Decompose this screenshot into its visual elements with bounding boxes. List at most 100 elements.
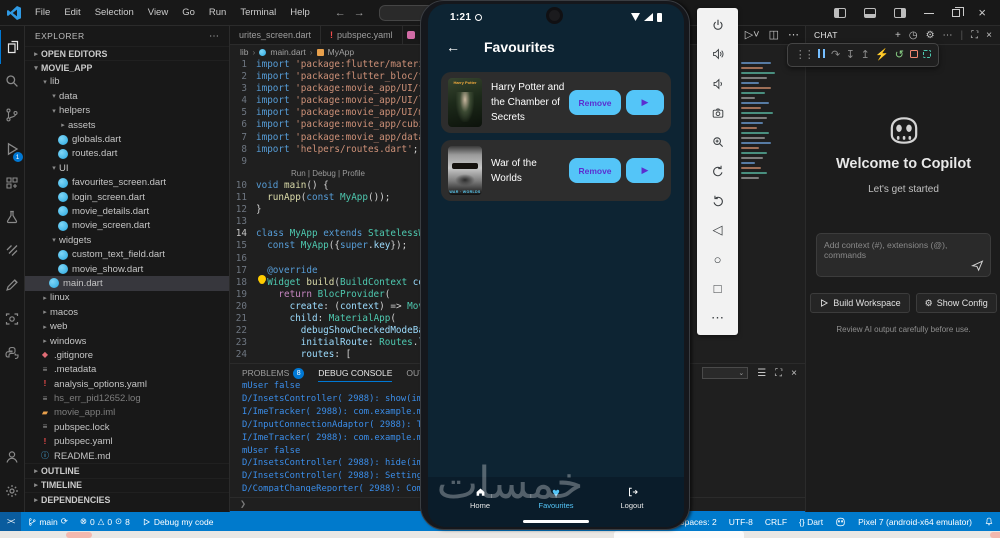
tree-item-web[interactable]: ▸ web (25, 319, 229, 333)
step-into-icon[interactable]: ↧ (846, 49, 855, 61)
play-button[interactable]: ▶ (626, 90, 664, 115)
menu-help[interactable]: Help (283, 7, 317, 18)
nav-item-home[interactable]: Home (450, 486, 510, 510)
emulator-power-icon[interactable] (709, 16, 727, 34)
tree-item-assets[interactable]: ▸ assets (25, 118, 229, 132)
tree-item-pubspec-yaml[interactable]: ! pubspec.yaml (25, 435, 229, 449)
maximize-panel-icon[interactable]: ⛶ (775, 368, 782, 379)
status-device[interactable]: Pixel 7 (android-x64 emulator) (852, 512, 978, 531)
send-icon[interactable] (971, 259, 984, 272)
toggle-secondary-sidebar-icon[interactable] (894, 8, 907, 18)
git-branch-item[interactable]: main ⟳ (21, 512, 74, 531)
notifications-bell-icon[interactable] (978, 512, 1000, 531)
tree-item-pubspec-lock[interactable]: ≡ pubspec.lock (25, 420, 229, 434)
activity-search-icon[interactable] (0, 64, 25, 98)
menu-selection[interactable]: Selection (88, 7, 141, 18)
activity-python-icon[interactable] (0, 336, 25, 370)
breadcrumb-myapp[interactable]: MyApp (328, 47, 354, 57)
tree-item-macos[interactable]: ▸ macos (25, 305, 229, 319)
tree-item-data[interactable]: ▾ data (25, 89, 229, 103)
debug-task-item[interactable]: Debug my code (136, 512, 220, 531)
remove-button[interactable]: Remove (569, 158, 621, 183)
activity-source-control-icon[interactable] (0, 98, 25, 132)
tree-item-hs-err-pid12652-log[interactable]: ≡ hs_err_pid12652.log (25, 391, 229, 405)
emulator-zoom-in-icon[interactable] (709, 133, 727, 151)
tree-section-open-editors[interactable]: ▸ OPEN EDITORS (25, 46, 229, 60)
menu-go[interactable]: Go (175, 7, 202, 18)
activity-run-debug-icon[interactable]: 1 (0, 132, 25, 166)
show-config-button[interactable]: ⚙ Show Config (915, 293, 997, 313)
toggle-panel-icon[interactable] (864, 8, 877, 18)
detach-icon[interactable] (923, 49, 932, 61)
tree-item-helpers[interactable]: ▾ helpers (25, 104, 229, 118)
nav-item-logout[interactable]: Logout (602, 486, 662, 510)
tree-item--gitignore[interactable]: ◆ .gitignore (25, 348, 229, 362)
stop-icon[interactable] (909, 49, 918, 61)
emulator-more-icon[interactable]: ⋯ (709, 309, 727, 327)
back-arrow-icon[interactable]: ← (446, 39, 460, 55)
activity-screen-capture-icon[interactable] (0, 302, 25, 336)
nav-back-arrow[interactable]: ← (331, 7, 350, 19)
hot-reload-icon[interactable]: ⚡ (875, 49, 889, 61)
emulator-back-icon[interactable]: ◁ (709, 221, 727, 239)
new-chat-icon[interactable]: + (895, 30, 901, 41)
tree-item-widgets[interactable]: ▾ widgets (25, 233, 229, 247)
tree-item-linux[interactable]: ▸ linux (25, 291, 229, 305)
tree-section-dependencies[interactable]: ▸ DEPENDENCIES (25, 492, 229, 506)
tree-item-movie-show-dart[interactable]: movie_show.dart (25, 262, 229, 276)
expand-chat-icon[interactable]: ⛶ (971, 30, 978, 41)
activity-edit-tool-icon[interactable] (0, 268, 25, 302)
build-workspace-button[interactable]: Build Workspace (810, 293, 910, 313)
activity-flutter-icon[interactable] (0, 234, 25, 268)
nav-item-favourites[interactable]: ♥ Favourites (526, 486, 586, 510)
menu-file[interactable]: File (28, 7, 57, 18)
activity-explorer-icon[interactable] (0, 30, 25, 64)
activity-account-icon[interactable] (0, 440, 25, 474)
tab-favourites-screen[interactable]: urites_screen.dart (230, 26, 322, 44)
remote-indicator[interactable]: >< (0, 512, 22, 531)
history-icon[interactable]: ◷ (909, 30, 918, 41)
emulator-volume-down-icon[interactable] (709, 75, 727, 93)
tree-item-lib[interactable]: ▾ lib (25, 75, 229, 89)
minimize-button[interactable] (924, 12, 935, 14)
menu-edit[interactable]: Edit (57, 7, 87, 18)
breadcrumb-lib[interactable]: lib (240, 47, 249, 57)
tree-section-movie-app[interactable]: ▾ MOVIE_APP (25, 60, 229, 74)
debug-console-output[interactable]: mUser false D/InsetsController( 2988): sh… (242, 380, 442, 492)
tree-item-login-screen-dart[interactable]: login_screen.dart (25, 190, 229, 204)
copilot-status-icon[interactable] (829, 512, 852, 531)
remove-button[interactable]: Remove (569, 90, 621, 115)
restart-icon[interactable]: ↺ (895, 49, 904, 61)
play-button[interactable]: ▶ (626, 158, 664, 183)
chat-input[interactable]: Add context (#), extensions (@), command… (816, 233, 991, 277)
gesture-bar[interactable] (523, 520, 589, 523)
tree-item--metadata[interactable]: ≡ .metadata (25, 363, 229, 377)
emulator-home-icon[interactable]: ○ (709, 250, 727, 268)
close-panel-icon[interactable]: × (791, 368, 797, 379)
tree-item-globals-dart[interactable]: globals.dart (25, 132, 229, 146)
split-editor-icon[interactable]: ◫ (769, 28, 779, 41)
emulator-overview-icon[interactable]: □ (709, 280, 727, 298)
emulator-rotate-ccw-icon[interactable] (709, 162, 727, 180)
tree-item-UI[interactable]: ▾ UI (25, 161, 229, 175)
tree-section-outline[interactable]: ▸ OUTLINE (25, 463, 229, 477)
close-button[interactable]: × (978, 6, 986, 19)
breadcrumb-main-dart[interactable]: main.dart (270, 47, 305, 57)
status-crlf[interactable]: CRLF (759, 512, 793, 531)
toggle-sidebar-icon[interactable] (834, 8, 847, 18)
problems-item[interactable]: ⊗ 0 △ 0 ⊙ 8 (74, 512, 136, 531)
tree-item-movie-details-dart[interactable]: movie_details.dart (25, 204, 229, 218)
emulator-volume-up-icon[interactable] (709, 45, 727, 63)
emulator-camera-icon[interactable] (709, 104, 727, 122)
editor-more-icon[interactable]: ⋯ (788, 28, 799, 41)
tree-item-custom-text-field-dart[interactable]: custom_text_field.dart (25, 247, 229, 261)
tree-item-analysis-options-yaml[interactable]: ! analysis_options.yaml (25, 377, 229, 391)
activity-testing-icon[interactable] (0, 200, 25, 234)
minimap[interactable] (741, 62, 777, 182)
tree-item-favourites-screen-dart[interactable]: favourites_screen.dart (25, 176, 229, 190)
run-dropdown-icon[interactable]: ▷˅ (745, 28, 760, 41)
tree-item-windows[interactable]: ▸ windows (25, 334, 229, 348)
explorer-more-icon[interactable]: ⋯ (209, 31, 219, 42)
nav-forward-arrow[interactable]: → (350, 7, 369, 19)
tree-section-timeline[interactable]: ▸ TIMELINE (25, 477, 229, 492)
